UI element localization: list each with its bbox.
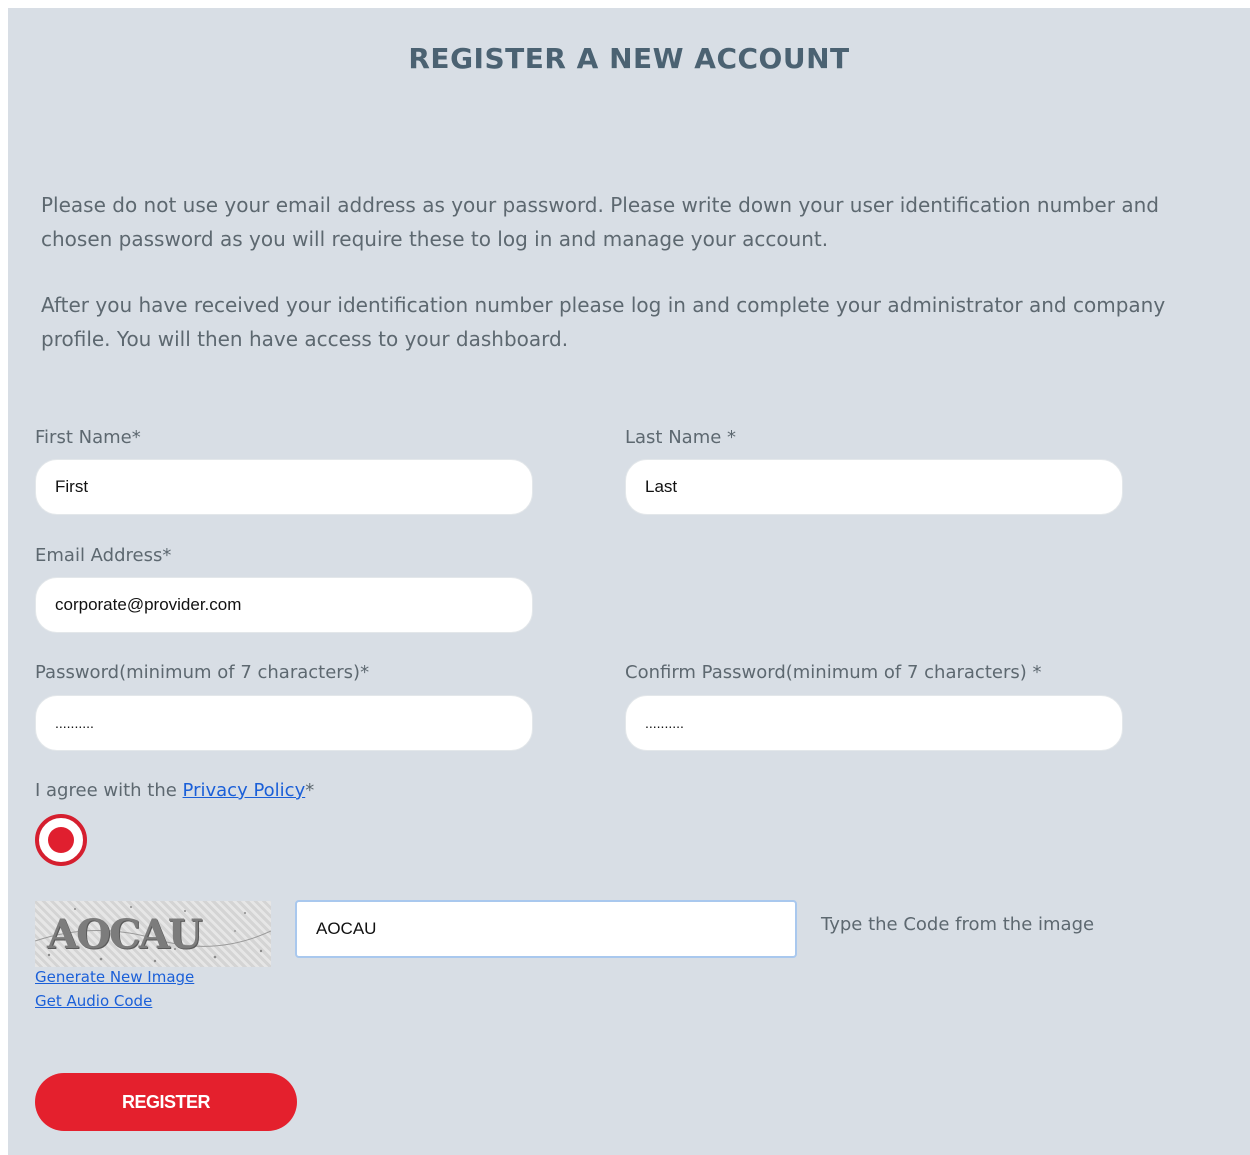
confirm-password-input[interactable]: [625, 695, 1123, 751]
last-name-label: Last Name *: [625, 427, 737, 448]
password-label: Password(minimum of 7 characters)*: [35, 662, 370, 683]
last-name-input[interactable]: [625, 459, 1123, 515]
get-audio-code-link[interactable]: Get Audio Code: [35, 992, 152, 1010]
register-button[interactable]: REGISTER: [35, 1073, 297, 1131]
page-title: REGISTER A NEW ACCOUNT: [408, 42, 850, 75]
instructions-paragraph-2: After you have received your identificat…: [41, 293, 1166, 351]
confirm-password-label: Confirm Password(minimum of 7 characters…: [625, 662, 1042, 683]
captcha-hint: Type the Code from the image: [821, 914, 1095, 935]
captcha-text: AOCAU: [47, 911, 203, 958]
privacy-required-mark: *: [305, 780, 315, 801]
first-name-input[interactable]: [35, 459, 533, 515]
email-input[interactable]: [35, 577, 533, 633]
captcha-input[interactable]: [295, 900, 797, 958]
instructions-paragraph-1: Please do not use your email address as …: [41, 193, 1159, 251]
privacy-label: I agree with the Privacy Policy*: [35, 780, 314, 801]
first-name-label: First Name*: [35, 427, 141, 448]
generate-new-image-link[interactable]: Generate New Image: [35, 968, 194, 986]
privacy-prefix: I agree with the: [35, 780, 183, 801]
captcha-image: AOCAU: [35, 901, 271, 967]
privacy-policy-link[interactable]: Privacy Policy: [183, 780, 306, 801]
register-panel: REGISTER A NEW ACCOUNT Please do not use…: [8, 8, 1250, 1155]
email-label: Email Address*: [35, 545, 172, 566]
privacy-agree-radio[interactable]: [35, 814, 87, 866]
radio-selected-dot: [48, 827, 74, 853]
password-input[interactable]: [35, 695, 533, 751]
